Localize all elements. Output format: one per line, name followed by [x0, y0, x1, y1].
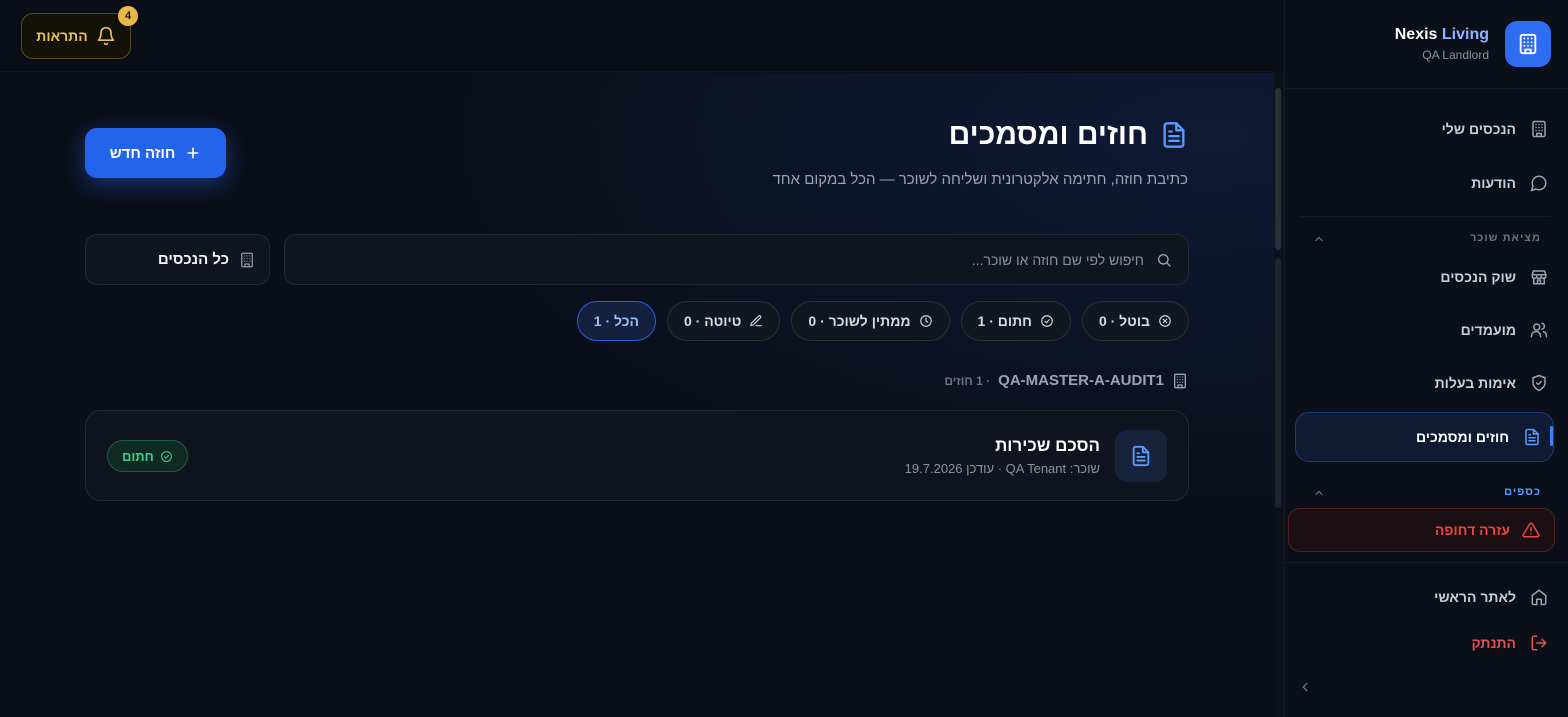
- filter-chip-label: הכל · 1: [593, 313, 639, 329]
- notifications-label: התראות: [36, 28, 88, 44]
- building-logo-icon: [1505, 21, 1551, 67]
- document-icon: [1160, 121, 1188, 149]
- sidebar-divider: [1300, 216, 1550, 217]
- chevron-left-icon[interactable]: [1298, 680, 1312, 694]
- sidebar-item-candidates[interactable]: מועמדים: [1461, 321, 1548, 339]
- search-box[interactable]: [284, 234, 1189, 285]
- filter-chip-waiting[interactable]: ממתין לשוכר · 0: [791, 301, 950, 341]
- filter-chip-label: טיוטה · 0: [683, 313, 742, 329]
- status-badge: חתום: [107, 440, 188, 472]
- chevron-up-icon[interactable]: [1313, 487, 1325, 499]
- sidebar-item-ownership-verification[interactable]: אימות בעלות: [1435, 374, 1548, 392]
- x-circle-icon: [1158, 314, 1172, 328]
- top-bar: התראות 4: [0, 0, 1274, 72]
- emergency-help-label: עזרה דחופה: [1434, 522, 1510, 538]
- warning-icon: [1522, 521, 1540, 539]
- document-icon: [1523, 428, 1541, 446]
- sidebar-item-my-properties[interactable]: הנכסים שלי: [1442, 120, 1548, 138]
- notifications-count-badge: 4: [118, 6, 138, 26]
- filter-chip-cancelled[interactable]: בוטל · 0: [1081, 301, 1189, 341]
- contract-title: הסכם שכירות: [995, 436, 1100, 455]
- property-group-name: QA-MASTER-A-AUDIT1: [998, 372, 1164, 389]
- sidebar: Nexis Living QA Landlord: [1284, 0, 1568, 717]
- property-filter-label: כל הנכסים: [157, 251, 229, 268]
- sidebar-divider: [1284, 562, 1568, 563]
- sidebar-item-label: התנתק: [1471, 635, 1516, 651]
- chevron-up-icon[interactable]: [1313, 233, 1325, 245]
- contract-card[interactable]: הסכם שכירות שוכר: QA Tenant · עודכן 19.7…: [85, 410, 1189, 501]
- sidebar-item-messages[interactable]: הודעות: [1471, 174, 1548, 192]
- sidebar-item-label: מועמדים: [1460, 322, 1516, 338]
- sidebar-item-label: הנכסים שלי: [1441, 121, 1516, 137]
- sidebar-item-marketplace[interactable]: שוק הנכסים: [1440, 268, 1548, 286]
- contract-meta: שוכר: QA Tenant · עודכן 19.7.2026: [904, 461, 1100, 476]
- emergency-help-button[interactable]: עזרה דחופה: [1288, 508, 1555, 552]
- new-contract-button[interactable]: חוזה חדש: [85, 128, 226, 178]
- pencil-icon: [749, 314, 763, 328]
- property-group-count: · 1 חוזים: [944, 373, 991, 388]
- sidebar-item-main-site[interactable]: לאתר הראשי: [1434, 588, 1548, 606]
- property-filter-select[interactable]: כל הנכסים: [85, 234, 270, 285]
- page-subtitle: כתיבת חוזה, חתימה אלקטרונית ושליחה לשוכר…: [772, 171, 1188, 188]
- new-contract-label: חוזה חדש: [109, 144, 176, 162]
- filter-chip-signed[interactable]: חתום · 1: [960, 301, 1071, 341]
- active-indicator: [1550, 426, 1553, 446]
- document-icon: [1130, 445, 1152, 467]
- filter-chip-draft[interactable]: טיוטה · 0: [666, 301, 781, 341]
- status-filter-chips: בוטל · 0 חתום · 1 ממתין לשוכר · 0 טיוטה …: [576, 301, 1189, 341]
- sidebar-item-label: אימות בעלות: [1434, 375, 1516, 391]
- filter-chip-label: ממתין לשוכר · 0: [808, 313, 911, 329]
- brand-name-part-2: Living: [1437, 26, 1489, 43]
- filter-chip-all[interactable]: הכל · 1: [576, 301, 656, 341]
- shield-check-icon: [1530, 374, 1548, 392]
- property-group-header: QA-MASTER-A-AUDIT1 · 1 חוזים: [944, 372, 1188, 389]
- page-title: חוזים ומסמכים: [948, 118, 1148, 151]
- brand-text: Nexis Living QA Landlord: [1395, 26, 1489, 62]
- sidebar-item-label: הודעות: [1471, 175, 1516, 191]
- sidebar-item-logout[interactable]: התנתק: [1472, 634, 1548, 652]
- check-circle-icon: [1040, 314, 1054, 328]
- bell-icon: [96, 26, 116, 46]
- clock-icon: [919, 314, 933, 328]
- sidebar-divider: [1284, 88, 1568, 89]
- building-icon: [1172, 373, 1188, 389]
- brand[interactable]: Nexis Living QA Landlord: [1395, 21, 1551, 67]
- users-icon: [1530, 321, 1548, 339]
- status-label: חתום: [122, 448, 154, 464]
- sidebar-section-money: כספים: [1504, 486, 1541, 498]
- brand-name-part-1: Nexis: [1394, 26, 1438, 43]
- scrollbar-thumb[interactable]: [1275, 88, 1281, 250]
- brand-subtitle: QA Landlord: [1422, 48, 1489, 62]
- home-icon: [1530, 588, 1548, 606]
- scrollbar-lower: [1275, 258, 1281, 508]
- sidebar-item-label: שוק הנכסים: [1440, 269, 1516, 285]
- building-icon: [239, 252, 255, 268]
- page-title-block: חוזים ומסמכים: [949, 118, 1188, 152]
- sidebar-item-contracts[interactable]: חוזים ומסמכים: [1295, 412, 1554, 462]
- plus-icon: [185, 145, 201, 161]
- sidebar-item-label: לאתר הראשי: [1434, 589, 1516, 605]
- filter-chip-label: בוטל · 0: [1098, 313, 1150, 329]
- notifications-button[interactable]: התראות: [21, 13, 131, 59]
- store-icon: [1530, 268, 1548, 286]
- contract-card-icon: [1115, 430, 1167, 482]
- brand-name: Nexis Living: [1395, 26, 1489, 44]
- search-icon: [1156, 252, 1172, 268]
- search-input[interactable]: [544, 251, 1144, 268]
- sidebar-item-label: חוזים ומסמכים: [1415, 429, 1509, 445]
- message-icon: [1530, 174, 1548, 192]
- sidebar-section-tenant: מציאת שוכר: [1469, 232, 1541, 244]
- filter-chip-label: חתום · 1: [977, 313, 1032, 329]
- logout-icon: [1530, 634, 1548, 652]
- check-circle-icon: [160, 450, 173, 463]
- building-icon: [1530, 120, 1548, 138]
